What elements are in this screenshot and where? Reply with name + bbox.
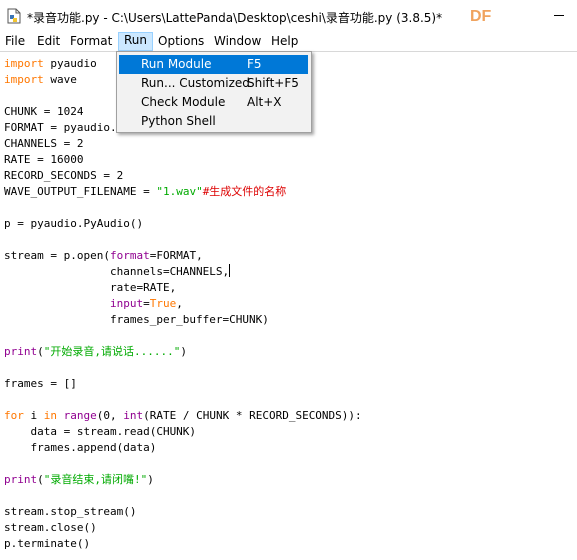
run-customized-item[interactable]: Run... Customized Shift+F5 xyxy=(119,74,308,93)
menu-options[interactable]: Options xyxy=(153,33,209,50)
menu-help[interactable]: Help xyxy=(266,33,303,50)
window-title: *录音功能.py - C:\Users\LattePanda\Desktop\c… xyxy=(27,11,443,25)
menu-item-label: Python Shell xyxy=(141,114,216,128)
watermark-logo: DF xyxy=(470,8,492,25)
run-menu-dropdown: Run Module F5 Run... Customized Shift+F5… xyxy=(116,51,312,133)
menu-item-label: Check Module xyxy=(141,95,226,109)
title-bar: *录音功能.py - C:\Users\LattePanda\Desktop\c… xyxy=(0,0,577,32)
menu-window[interactable]: Window xyxy=(209,33,266,50)
minimize-button[interactable] xyxy=(546,4,572,26)
menu-bar: File Edit Format Run Options Window Help xyxy=(0,32,577,52)
menu-format[interactable]: Format xyxy=(65,33,117,50)
menu-item-label: Run... Customized xyxy=(141,76,250,90)
menu-item-shortcut: Alt+X xyxy=(247,95,282,109)
menu-item-shortcut: Shift+F5 xyxy=(247,76,299,90)
menu-item-label: Run Module xyxy=(141,57,212,71)
python-shell-item[interactable]: Python Shell xyxy=(119,112,308,131)
menu-run[interactable]: Run xyxy=(118,32,154,51)
menu-file[interactable]: File xyxy=(0,33,30,50)
menu-edit[interactable]: Edit xyxy=(32,33,65,50)
menu-item-shortcut: F5 xyxy=(247,57,262,71)
run-module-item[interactable]: Run Module F5 xyxy=(119,55,308,74)
check-module-item[interactable]: Check Module Alt+X xyxy=(119,93,308,112)
python-file-icon xyxy=(7,8,21,24)
text-cursor xyxy=(229,264,231,277)
